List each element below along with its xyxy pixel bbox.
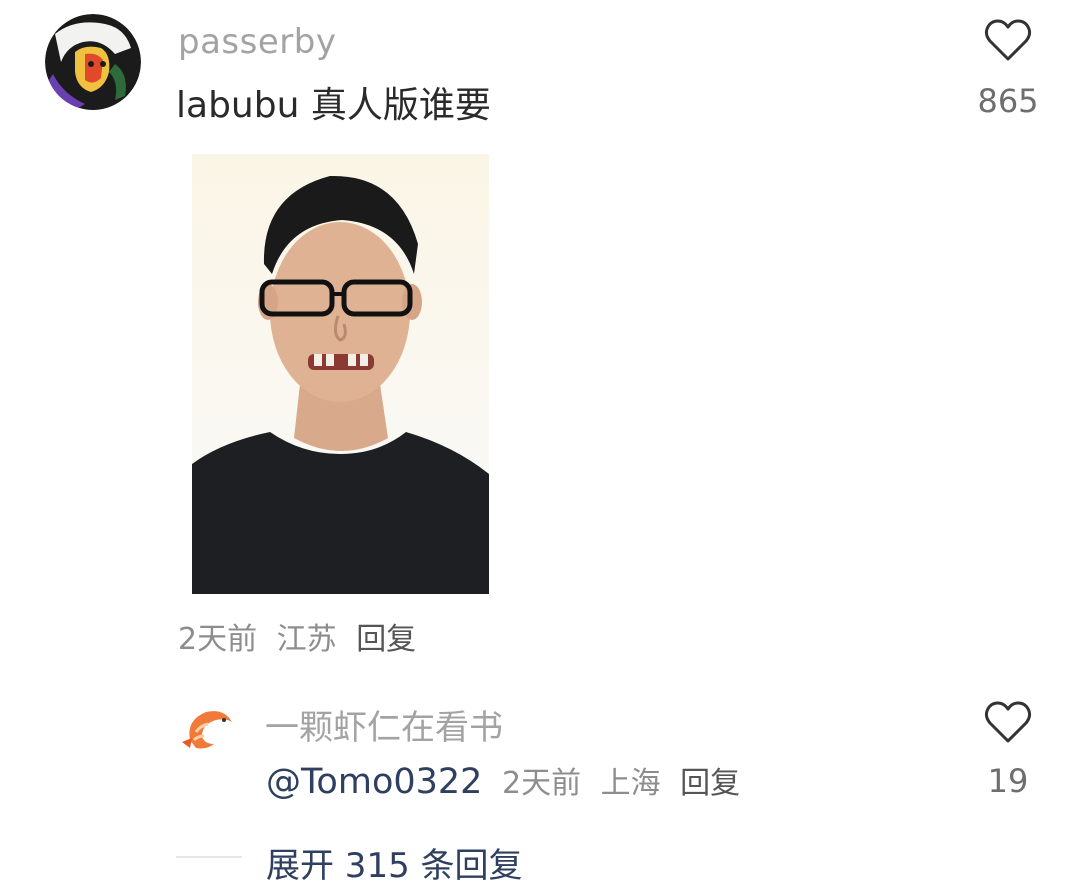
mention-link[interactable]: @Tomo0322	[266, 762, 482, 802]
reply-time: 2天前	[501, 766, 582, 801]
comment-username[interactable]: passerby	[178, 22, 336, 62]
comment-photo[interactable]	[192, 154, 489, 594]
reply-avatar[interactable]	[176, 696, 242, 762]
reply-link[interactable]: 回复	[680, 766, 740, 801]
heart-icon	[984, 701, 1032, 743]
reply-like-button[interactable]	[984, 700, 1032, 744]
shrimp-icon	[176, 696, 242, 762]
like-button[interactable]	[984, 18, 1032, 62]
heart-icon	[984, 19, 1032, 61]
reply-link[interactable]: 回复	[356, 622, 416, 657]
reply-body: @Tomo0322 2天前 上海 回复	[266, 758, 740, 802]
person-photo	[192, 154, 489, 594]
divider	[176, 856, 242, 858]
reply-like-count: 19	[987, 762, 1029, 800]
reply-username[interactable]: 一颗虾仁在看书	[265, 700, 503, 749]
user-avatar[interactable]	[45, 14, 141, 110]
reply-location: 上海	[600, 766, 661, 801]
comment-location: 江苏	[276, 622, 337, 657]
comment-time: 2天前	[178, 622, 258, 657]
like-count: 865	[977, 82, 1039, 120]
anime-avatar-icon	[45, 14, 141, 110]
comment-text: labubu 真人版谁要	[176, 85, 491, 126]
comment-meta: 2天前 江苏 回复	[178, 614, 426, 658]
expand-replies-button[interactable]: 展开 315 条回复	[266, 838, 523, 887]
